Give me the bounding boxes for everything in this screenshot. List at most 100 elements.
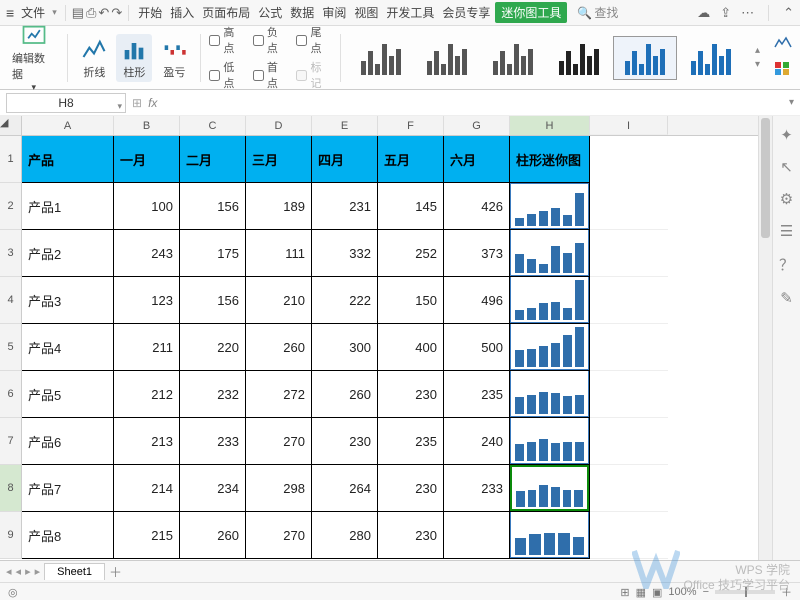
tools-icon[interactable]: ✎ <box>780 289 793 307</box>
zoom-level[interactable]: 100% <box>668 586 696 598</box>
cell[interactable]: 496 <box>444 277 510 324</box>
empty-cell[interactable] <box>590 183 668 230</box>
row-header-5[interactable]: 5 <box>0 324 22 371</box>
cell[interactable]: 产品2 <box>22 230 114 277</box>
empty-cell[interactable] <box>590 277 668 324</box>
col-header-G[interactable]: G <box>444 116 510 135</box>
print-icon[interactable]: ⎙ <box>86 5 96 21</box>
cell[interactable]: 234 <box>180 465 246 512</box>
cell[interactable]: 373 <box>444 230 510 277</box>
empty-cell[interactable] <box>590 371 668 418</box>
view-normal-icon[interactable]: ⊞ <box>620 586 629 599</box>
gallery-down-icon[interactable]: ▾ <box>755 59 760 70</box>
view-custom-icon[interactable]: ▣ <box>652 586 662 599</box>
marker-color-icon[interactable] <box>774 61 792 80</box>
sparkline-column-button[interactable]: 柱形 <box>116 34 152 82</box>
style-preview-5[interactable] <box>613 36 677 80</box>
header-cell[interactable]: 三月 <box>246 136 312 183</box>
style-preview-3[interactable] <box>481 36 545 80</box>
cell[interactable]: 产品5 <box>22 371 114 418</box>
check-neg[interactable]: 负点 <box>253 24 289 56</box>
zoom-out-icon[interactable]: − <box>703 586 709 598</box>
sparkline-style-gallery[interactable] <box>349 36 743 80</box>
tab-review[interactable]: 审阅 <box>319 4 349 21</box>
edit-data-button[interactable]: 编辑数据▾ <box>8 20 59 95</box>
col-header-B[interactable]: B <box>114 116 180 135</box>
cell[interactable]: 300 <box>312 324 378 371</box>
header-cell[interactable]: 四月 <box>312 136 378 183</box>
cell[interactable]: 280 <box>312 512 378 559</box>
sparkline-cell[interactable] <box>510 230 590 277</box>
cell[interactable]: 230 <box>378 512 444 559</box>
add-sheet-icon[interactable]: ＋ <box>109 562 122 581</box>
chevron-down-icon[interactable]: ▾ <box>117 97 122 115</box>
row-header-1[interactable]: 1 <box>0 136 22 183</box>
empty-cell[interactable] <box>590 324 668 371</box>
undo-icon[interactable]: ↶ <box>98 5 109 21</box>
cell[interactable]: 235 <box>378 418 444 465</box>
cell[interactable]: 产品7 <box>22 465 114 512</box>
cell[interactable]: 189 <box>246 183 312 230</box>
row-header-6[interactable]: 6 <box>0 371 22 418</box>
cell[interactable]: 145 <box>378 183 444 230</box>
cell[interactable]: 240 <box>444 418 510 465</box>
sparkline-cell[interactable] <box>510 277 590 324</box>
tab-formula[interactable]: 公式 <box>255 4 285 21</box>
tab-member[interactable]: 会员专享 <box>439 4 493 21</box>
select-all-corner[interactable]: ◢ <box>0 116 22 135</box>
empty-cell[interactable] <box>590 230 668 277</box>
row-header-8[interactable]: 8 <box>0 465 22 512</box>
redo-icon[interactable]: ↷ <box>111 5 122 21</box>
expand-icon[interactable]: ⊞ <box>132 96 142 110</box>
sparkline-cell[interactable] <box>510 418 590 465</box>
cell[interactable]: 500 <box>444 324 510 371</box>
tab-layout[interactable]: 页面布局 <box>199 4 253 21</box>
check-marker[interactable]: 标记 <box>296 59 332 91</box>
row-header-7[interactable]: 7 <box>0 418 22 465</box>
properties-icon[interactable]: ☰ <box>780 222 793 240</box>
zoom-in-icon[interactable]: ＋ <box>781 584 792 600</box>
check-last[interactable]: 尾点 <box>296 24 332 56</box>
cell[interactable]: 156 <box>180 183 246 230</box>
cell[interactable]: 111 <box>246 230 312 277</box>
cell[interactable]: 426 <box>444 183 510 230</box>
cell[interactable]: 123 <box>114 277 180 324</box>
sparkline-cell[interactable] <box>510 183 590 230</box>
cell[interactable]: 215 <box>114 512 180 559</box>
cell[interactable]: 230 <box>378 371 444 418</box>
more-icon[interactable]: ⋯ <box>741 5 754 21</box>
cell[interactable]: 400 <box>378 324 444 371</box>
cell[interactable]: 298 <box>246 465 312 512</box>
header-cell[interactable]: 一月 <box>114 136 180 183</box>
cell[interactable]: 产品4 <box>22 324 114 371</box>
vertical-scrollbar[interactable] <box>758 116 772 562</box>
app-menu-icon[interactable]: ≡ <box>6 5 14 21</box>
tab-start[interactable]: 开始 <box>135 4 165 21</box>
row-header-4[interactable]: 4 <box>0 277 22 324</box>
cell[interactable]: 175 <box>180 230 246 277</box>
cell[interactable]: 230 <box>312 418 378 465</box>
cell[interactable]: 243 <box>114 230 180 277</box>
tab-nav[interactable]: ◂◂▸▸ <box>6 565 40 578</box>
cell[interactable]: 产品3 <box>22 277 114 324</box>
cursor-icon[interactable]: ↖ <box>780 158 793 176</box>
col-header-H[interactable]: H <box>510 116 590 135</box>
tab-sparkline-tools[interactable]: 迷你图工具 <box>495 2 567 23</box>
share-icon[interactable]: ⇪ <box>720 5 731 21</box>
style-preview-4[interactable] <box>547 36 611 80</box>
cell[interactable]: 264 <box>312 465 378 512</box>
record-icon[interactable]: ◎ <box>8 586 18 599</box>
cell[interactable]: 产品6 <box>22 418 114 465</box>
empty-cell[interactable] <box>590 136 668 183</box>
header-cell[interactable]: 六月 <box>444 136 510 183</box>
sparkline-cell[interactable] <box>510 512 590 559</box>
sparkline-winloss-button[interactable]: 盈亏 <box>156 34 192 82</box>
col-header-C[interactable]: C <box>180 116 246 135</box>
cloud-icon[interactable]: ☁ <box>697 5 710 21</box>
col-header-D[interactable]: D <box>246 116 312 135</box>
cell[interactable]: 231 <box>312 183 378 230</box>
empty-cell[interactable] <box>590 465 668 512</box>
scroll-thumb[interactable] <box>761 118 770 238</box>
col-header-A[interactable]: A <box>22 116 114 135</box>
col-header-F[interactable]: F <box>378 116 444 135</box>
